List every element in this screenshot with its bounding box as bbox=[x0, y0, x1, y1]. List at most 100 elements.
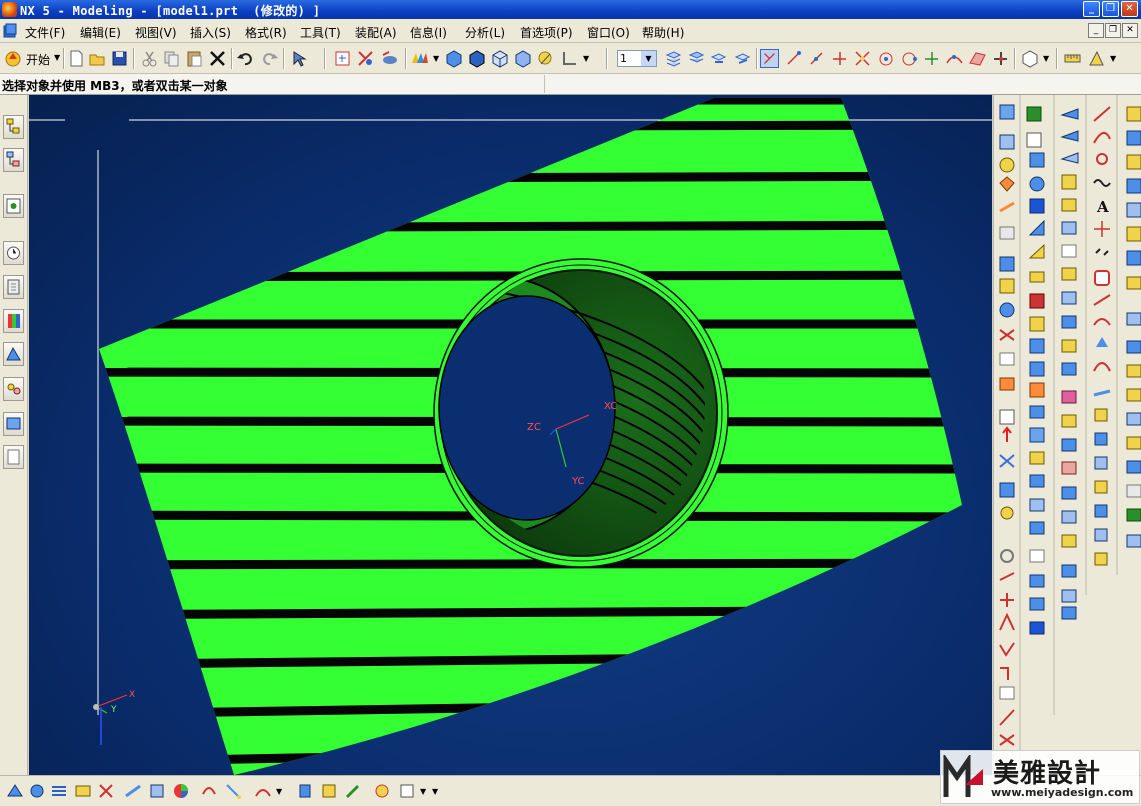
pattern-icon[interactable] bbox=[320, 782, 338, 800]
endpoint-icon[interactable] bbox=[784, 49, 803, 68]
edit-object-icon[interactable] bbox=[344, 782, 362, 800]
graphics-window[interactable]: ZC XC YC X Y bbox=[29, 95, 992, 775]
rotate-icon[interactable] bbox=[200, 782, 218, 800]
roles-tab[interactable] bbox=[3, 377, 24, 401]
control-point-icon[interactable] bbox=[830, 49, 849, 68]
move-to-layer-icon[interactable] bbox=[709, 49, 728, 68]
copy-icon[interactable] bbox=[162, 49, 181, 68]
menu-file[interactable]: 文件(F) bbox=[25, 24, 65, 41]
display-dropdown-icon[interactable]: ▼ bbox=[433, 54, 439, 63]
feature-toolbar-column-3[interactable] bbox=[1060, 108, 1079, 620]
pan-icon[interactable] bbox=[224, 782, 242, 800]
analysis-icon[interactable] bbox=[1087, 49, 1106, 68]
mdi-close-button[interactable]: ✕ bbox=[1122, 23, 1138, 38]
wcs-dropdown-icon[interactable]: ▼ bbox=[583, 54, 589, 63]
wireframe-icon[interactable] bbox=[490, 49, 509, 68]
menu-format[interactable]: 格式(R) bbox=[245, 24, 287, 41]
start-dropdown-icon[interactable]: ▼ bbox=[54, 53, 60, 62]
menu-insert[interactable]: 插入(S) bbox=[190, 24, 231, 41]
assembly-navigator-tab[interactable] bbox=[3, 115, 24, 139]
menu-edit[interactable]: 编辑(E) bbox=[80, 24, 121, 41]
arc-center-icon[interactable] bbox=[876, 49, 895, 68]
display-mode-icon[interactable] bbox=[410, 49, 429, 68]
sync-modeling-icon[interactable] bbox=[6, 782, 24, 800]
menu-preferences[interactable]: 首选项(P) bbox=[520, 24, 573, 41]
snap-point-icon[interactable] bbox=[760, 49, 779, 68]
zoom-icon[interactable] bbox=[356, 49, 375, 68]
more-dropdown-icon[interactable]: ▼ bbox=[432, 787, 438, 796]
right-toolbar-icons[interactable]: A bbox=[994, 95, 1141, 775]
start-button[interactable]: 开始 bbox=[26, 51, 50, 68]
menu-help[interactable]: 帮助(H) bbox=[642, 24, 684, 41]
intersection-icon[interactable] bbox=[853, 49, 872, 68]
existing-point-icon[interactable] bbox=[922, 49, 941, 68]
color-wheel-icon[interactable] bbox=[172, 782, 190, 800]
copy-to-layer-icon[interactable] bbox=[733, 49, 752, 68]
face-blend-icon[interactable] bbox=[28, 782, 46, 800]
menu-information[interactable]: 信息(I) bbox=[410, 24, 447, 41]
curve-toolbar-column[interactable]: A bbox=[1093, 106, 1111, 566]
save-icon[interactable] bbox=[110, 49, 129, 68]
layer-dropdown-icon[interactable]: ▼ bbox=[641, 51, 656, 66]
curve-analysis-icon[interactable] bbox=[254, 782, 272, 800]
layer-settings-icon[interactable] bbox=[664, 49, 683, 68]
view-dropdown-icon[interactable]: ▼ bbox=[1043, 54, 1049, 63]
surface-toolbar-column[interactable] bbox=[1126, 106, 1141, 548]
feature-toolbar-column-2[interactable] bbox=[1026, 106, 1045, 635]
open-file-icon[interactable] bbox=[88, 49, 107, 68]
menu-window[interactable]: 窗口(O) bbox=[587, 24, 630, 41]
work-layer-combo[interactable]: 1 ▼ bbox=[617, 50, 657, 67]
point-on-surface-icon[interactable] bbox=[968, 49, 987, 68]
undo-icon[interactable] bbox=[236, 49, 255, 68]
hidden-edges-icon[interactable] bbox=[513, 49, 532, 68]
part-navigator-tab[interactable] bbox=[3, 148, 24, 172]
menu-analysis[interactable]: 分析(L) bbox=[465, 24, 505, 41]
new-file-icon[interactable] bbox=[67, 49, 86, 68]
menu-view[interactable]: 视图(V) bbox=[135, 24, 177, 41]
layer-visible-icon[interactable] bbox=[687, 49, 706, 68]
paste-icon[interactable] bbox=[185, 49, 204, 68]
layer-stack-icon[interactable] bbox=[50, 782, 68, 800]
mdi-minimize-button[interactable]: _ bbox=[1088, 23, 1104, 38]
reuse-library-tab[interactable] bbox=[3, 194, 24, 218]
process-studio-tab[interactable] bbox=[3, 342, 24, 366]
cut-icon[interactable] bbox=[140, 49, 159, 68]
redo-icon[interactable] bbox=[260, 49, 279, 68]
minimize-button[interactable]: _ bbox=[1083, 1, 1100, 17]
surface-shade-icon[interactable] bbox=[373, 782, 391, 800]
rotate-view-icon[interactable] bbox=[380, 49, 399, 68]
wcs-icon[interactable] bbox=[560, 49, 579, 68]
history-palette-tab[interactable] bbox=[3, 445, 24, 469]
mdi-restore-button[interactable]: ❐ bbox=[1105, 23, 1121, 38]
render-style-icon[interactable] bbox=[398, 782, 416, 800]
delete-icon[interactable] bbox=[208, 49, 227, 68]
analysis-menu-dropdown-icon[interactable]: ▼ bbox=[276, 787, 282, 796]
point-on-curve-icon[interactable] bbox=[945, 49, 964, 68]
history-tab[interactable] bbox=[3, 241, 24, 265]
palette-tab[interactable] bbox=[3, 309, 24, 333]
menu-assembly[interactable]: 装配(A) bbox=[355, 24, 397, 41]
web-browser-tab[interactable] bbox=[3, 412, 24, 436]
studio-view-icon[interactable] bbox=[536, 49, 555, 68]
menu-tools[interactable]: 工具(T) bbox=[300, 24, 341, 41]
analysis-dropdown-icon[interactable]: ▼ bbox=[1110, 54, 1116, 63]
render-dropdown-icon[interactable]: ▼ bbox=[420, 787, 426, 796]
selection-filter-icon[interactable] bbox=[290, 49, 309, 68]
midpoint-icon[interactable] bbox=[807, 49, 826, 68]
sheet-icon[interactable] bbox=[74, 782, 92, 800]
extend-icon[interactable] bbox=[124, 782, 142, 800]
start-icon[interactable] bbox=[4, 49, 23, 68]
feature-toolbar-column-1[interactable] bbox=[999, 104, 1015, 746]
measure-icon[interactable] bbox=[1063, 49, 1082, 68]
trim-icon[interactable] bbox=[97, 782, 115, 800]
snap-filter-icon[interactable] bbox=[991, 49, 1010, 68]
system-materials-tab[interactable] bbox=[3, 275, 24, 299]
paint-icon[interactable] bbox=[296, 782, 314, 800]
model-canvas[interactable]: ZC XC YC X Y bbox=[29, 95, 992, 775]
quadrant-point-icon[interactable] bbox=[899, 49, 918, 68]
offset-icon[interactable] bbox=[148, 782, 166, 800]
close-button[interactable]: ✕ bbox=[1121, 1, 1138, 17]
shaded-view-icon[interactable] bbox=[444, 49, 463, 68]
fit-view-icon[interactable] bbox=[333, 49, 352, 68]
shaded-edges-icon[interactable] bbox=[467, 49, 486, 68]
